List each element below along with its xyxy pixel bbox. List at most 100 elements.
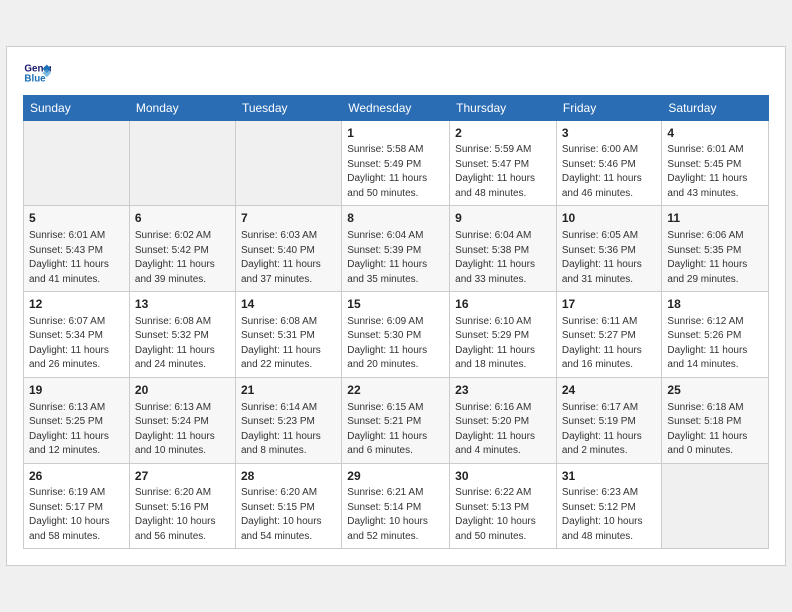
day-info: Sunrise: 6:01 AMSunset: 5:43 PMDaylight:… [29, 229, 124, 287]
calendar-cell [662, 463, 769, 549]
day-number: 30 [455, 468, 551, 485]
header-area: General Blue [23, 59, 769, 87]
day-number: 26 [29, 468, 124, 485]
day-number: 21 [241, 382, 336, 399]
calendar-cell: 27Sunrise: 6:20 AMSunset: 5:16 PMDayligh… [129, 463, 235, 549]
day-number: 19 [29, 382, 124, 399]
day-info: Sunrise: 5:59 AMSunset: 5:47 PMDaylight:… [455, 143, 551, 201]
logo-area: General Blue [23, 59, 55, 87]
day-number: 15 [347, 296, 444, 313]
day-info: Sunrise: 6:11 AMSunset: 5:27 PMDaylight:… [562, 315, 657, 373]
day-number: 23 [455, 382, 551, 399]
day-number: 8 [347, 210, 444, 227]
day-number: 12 [29, 296, 124, 313]
calendar-cell: 6 Sunrise: 6:02 AMSunset: 5:42 PMDaylight… [129, 206, 235, 292]
day-info: Sunrise: 6:23 AMSunset: 5:12 PMDaylight:… [562, 486, 657, 544]
calendar-cell: 21 Sunrise: 6:14 AMSunset: 5:23 PMDayligh… [235, 377, 341, 463]
calendar-cell: 31Sunrise: 6:23 AMSunset: 5:12 PMDayligh… [556, 463, 662, 549]
calendar-cell: 16 Sunrise: 6:10 AMSunset: 5:29 PMDayligh… [450, 292, 557, 378]
day-number: 29 [347, 468, 444, 485]
weekday-header-friday: Friday [556, 95, 662, 120]
day-info: Sunrise: 6:08 AMSunset: 5:31 PMDaylight:… [241, 315, 336, 373]
calendar-week-3: 12Sunrise: 6:07 AMSunset: 5:34 PMDayligh… [24, 292, 769, 378]
calendar-cell: 1Sunrise: 5:58 AMSunset: 5:49 PMDaylight… [342, 120, 450, 206]
day-info: Sunrise: 6:04 AMSunset: 5:38 PMDaylight:… [455, 229, 551, 287]
day-number: 13 [135, 296, 230, 313]
day-info: Sunrise: 6:04 AMSunset: 5:39 PMDaylight:… [347, 229, 444, 287]
calendar-cell [129, 120, 235, 206]
day-info: Sunrise: 6:06 AMSunset: 5:35 PMDaylight:… [667, 229, 763, 287]
weekday-header-tuesday: Tuesday [235, 95, 341, 120]
calendar-cell: 10Sunrise: 6:05 AMSunset: 5:36 PMDayligh… [556, 206, 662, 292]
day-info: Sunrise: 6:09 AMSunset: 5:30 PMDaylight:… [347, 315, 444, 373]
day-number: 9 [455, 210, 551, 227]
calendar-week-1: 1Sunrise: 5:58 AMSunset: 5:49 PMDaylight… [24, 120, 769, 206]
day-info: Sunrise: 6:02 AMSunset: 5:42 PMDaylight:… [135, 229, 230, 287]
day-number: 27 [135, 468, 230, 485]
day-number: 14 [241, 296, 336, 313]
weekday-header-thursday: Thursday [450, 95, 557, 120]
calendar-cell: 22 Sunrise: 6:15 AMSunset: 5:21 PMDayligh… [342, 377, 450, 463]
day-number: 6 [135, 210, 230, 227]
calendar-cell: 20 Sunrise: 6:13 AMSunset: 5:24 PMDayligh… [129, 377, 235, 463]
day-info: Sunrise: 6:21 AMSunset: 5:14 PMDaylight:… [347, 486, 444, 544]
calendar-cell: 2Sunrise: 5:59 AMSunset: 5:47 PMDaylight… [450, 120, 557, 206]
svg-text:Blue: Blue [24, 73, 46, 84]
day-info: Sunrise: 6:19 AMSunset: 5:17 PMDaylight:… [29, 486, 124, 544]
day-number: 31 [562, 468, 657, 485]
calendar-cell: 11 Sunrise: 6:06 AMSunset: 5:35 PMDayligh… [662, 206, 769, 292]
day-info: Sunrise: 6:03 AMSunset: 5:40 PMDaylight:… [241, 229, 336, 287]
calendar-cell: 24 Sunrise: 6:17 AMSunset: 5:19 PMDayligh… [556, 377, 662, 463]
day-number: 17 [562, 296, 657, 313]
calendar-cell: 25Sunrise: 6:18 AMSunset: 5:18 PMDayligh… [662, 377, 769, 463]
calendar-cell: 7 Sunrise: 6:03 AMSunset: 5:40 PMDaylight… [235, 206, 341, 292]
calendar-week-5: 26Sunrise: 6:19 AMSunset: 5:17 PMDayligh… [24, 463, 769, 549]
calendar-cell: 19 Sunrise: 6:13 AMSunset: 5:25 PMDayligh… [24, 377, 130, 463]
day-info: Sunrise: 6:12 AMSunset: 5:26 PMDaylight:… [667, 315, 763, 373]
calendar-cell: 4Sunrise: 6:01 AMSunset: 5:45 PMDaylight… [662, 120, 769, 206]
day-info: Sunrise: 6:13 AMSunset: 5:24 PMDaylight:… [135, 401, 230, 459]
day-number: 16 [455, 296, 551, 313]
day-number: 7 [241, 210, 336, 227]
day-number: 28 [241, 468, 336, 485]
day-info: Sunrise: 6:17 AMSunset: 5:19 PMDaylight:… [562, 401, 657, 459]
day-info: Sunrise: 6:10 AMSunset: 5:29 PMDaylight:… [455, 315, 551, 373]
calendar-cell: 8 Sunrise: 6:04 AMSunset: 5:39 PMDaylight… [342, 206, 450, 292]
day-number: 24 [562, 382, 657, 399]
day-number: 20 [135, 382, 230, 399]
day-number: 11 [667, 210, 763, 227]
day-info: Sunrise: 6:13 AMSunset: 5:25 PMDaylight:… [29, 401, 124, 459]
day-info: Sunrise: 6:16 AMSunset: 5:20 PMDaylight:… [455, 401, 551, 459]
calendar-cell: 5 Sunrise: 6:01 AMSunset: 5:43 PMDaylight… [24, 206, 130, 292]
calendar-cell: 3Sunrise: 6:00 AMSunset: 5:46 PMDaylight… [556, 120, 662, 206]
logo-icon: General Blue [23, 59, 51, 87]
weekday-header-wednesday: Wednesday [342, 95, 450, 120]
calendar-container: General Blue SundayMondayTuesdayWednesda… [6, 46, 786, 567]
day-info: Sunrise: 6:14 AMSunset: 5:23 PMDaylight:… [241, 401, 336, 459]
day-info: Sunrise: 6:00 AMSunset: 5:46 PMDaylight:… [562, 143, 657, 201]
calendar-week-2: 5 Sunrise: 6:01 AMSunset: 5:43 PMDaylight… [24, 206, 769, 292]
calendar-cell [24, 120, 130, 206]
calendar-cell: 17 Sunrise: 6:11 AMSunset: 5:27 PMDayligh… [556, 292, 662, 378]
day-info: Sunrise: 6:08 AMSunset: 5:32 PMDaylight:… [135, 315, 230, 373]
calendar-week-4: 19 Sunrise: 6:13 AMSunset: 5:25 PMDayligh… [24, 377, 769, 463]
day-info: Sunrise: 6:15 AMSunset: 5:21 PMDaylight:… [347, 401, 444, 459]
day-number: 1 [347, 125, 444, 142]
calendar-cell: 23 Sunrise: 6:16 AMSunset: 5:20 PMDayligh… [450, 377, 557, 463]
calendar-table: SundayMondayTuesdayWednesdayThursdayFrid… [23, 95, 769, 550]
day-info: Sunrise: 6:01 AMSunset: 5:45 PMDaylight:… [667, 143, 763, 201]
calendar-body: 1Sunrise: 5:58 AMSunset: 5:49 PMDaylight… [24, 120, 769, 549]
calendar-cell: 18 Sunrise: 6:12 AMSunset: 5:26 PMDayligh… [662, 292, 769, 378]
calendar-cell: 15 Sunrise: 6:09 AMSunset: 5:30 PMDayligh… [342, 292, 450, 378]
weekday-header-monday: Monday [129, 95, 235, 120]
day-number: 4 [667, 125, 763, 142]
day-number: 2 [455, 125, 551, 142]
day-info: Sunrise: 5:58 AMSunset: 5:49 PMDaylight:… [347, 143, 444, 201]
day-number: 5 [29, 210, 124, 227]
day-number: 18 [667, 296, 763, 313]
weekday-header-row: SundayMondayTuesdayWednesdayThursdayFrid… [24, 95, 769, 120]
calendar-cell: 13 Sunrise: 6:08 AMSunset: 5:32 PMDayligh… [129, 292, 235, 378]
weekday-header-sunday: Sunday [24, 95, 130, 120]
day-number: 25 [667, 382, 763, 399]
day-number: 22 [347, 382, 444, 399]
